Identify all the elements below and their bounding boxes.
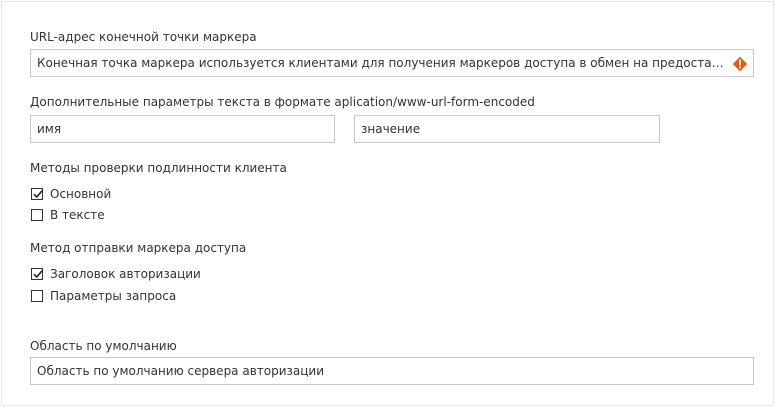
param-name-placeholder: имя <box>37 122 62 136</box>
token-send-query-option[interactable]: Параметры запроса <box>31 288 176 304</box>
token-endpoint-label: URL-адрес конечной точки маркера <box>30 30 257 44</box>
token-send-label: Метод отправки маркера доступа <box>30 241 247 255</box>
token-send-header-checkbox[interactable] <box>31 268 43 280</box>
client-auth-basic-option[interactable]: Основной <box>31 186 111 202</box>
default-scope-value: Область по умолчанию сервера авторизации <box>37 364 325 378</box>
param-value-placeholder: значение <box>361 122 421 136</box>
body-params-label: Дополнительные параметры текста в формат… <box>30 95 535 109</box>
checkmark-icon <box>33 190 43 199</box>
default-scope-input[interactable]: Область по умолчанию сервера авторизации <box>30 357 754 385</box>
token-send-query-checkbox[interactable] <box>31 290 43 302</box>
warning-icon <box>732 55 748 72</box>
default-scope-label: Область по умолчанию <box>30 339 177 353</box>
client-auth-body-label: В тексте <box>50 208 105 222</box>
param-name-input[interactable]: имя <box>30 115 335 143</box>
client-auth-basic-label: Основной <box>50 187 112 201</box>
checkmark-icon <box>33 270 43 279</box>
param-value-input[interactable]: значение <box>354 115 660 143</box>
token-send-header-label: Заголовок авторизации <box>50 267 201 281</box>
client-auth-body-option[interactable]: В тексте <box>31 207 105 223</box>
token-send-query-label: Параметры запроса <box>50 289 177 303</box>
client-auth-body-checkbox[interactable] <box>31 209 43 221</box>
token-send-header-option[interactable]: Заголовок авторизации <box>31 266 201 282</box>
token-endpoint-input[interactable]: Конечная точка маркера используется клие… <box>30 49 754 77</box>
client-auth-label: Методы проверки подлинности клиента <box>30 161 287 175</box>
oauth-settings-panel: URL-адрес конечной точки маркера Конечна… <box>1 1 774 406</box>
client-auth-basic-checkbox[interactable] <box>31 188 43 200</box>
token-endpoint-value: Конечная точка маркера используется клие… <box>37 56 727 70</box>
